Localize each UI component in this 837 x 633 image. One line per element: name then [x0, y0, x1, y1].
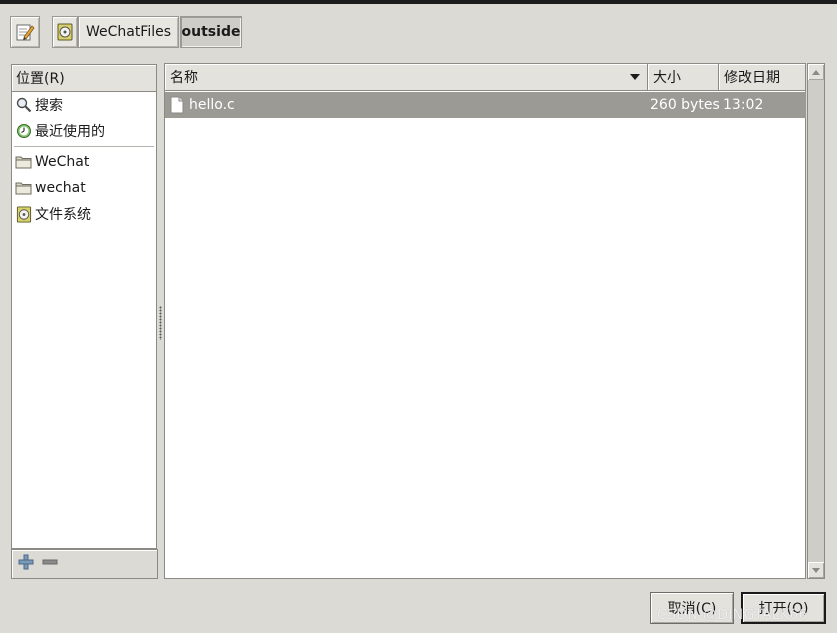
file-row[interactable]: hello.c 260 bytes 13:02 [165, 92, 806, 118]
column-header-label: 修改日期 [724, 70, 780, 86]
file-list-header: 名称 大小 修改日期 [165, 64, 806, 91]
add-bookmark-button[interactable] [18, 554, 34, 574]
file-list: 名称 大小 修改日期 hello.c 260 bytes 13:02 [164, 63, 806, 579]
minus-icon [42, 559, 58, 565]
arrow-up-icon [812, 69, 820, 75]
column-header-name[interactable]: 名称 [165, 64, 648, 91]
path-crumb-label: WeChatFiles [85, 24, 172, 40]
file-size-cell: 260 bytes [650, 97, 720, 113]
place-item-label: WeChat [35, 154, 90, 170]
place-item-recent[interactable]: 最近使用的 [12, 118, 156, 144]
column-header-size[interactable]: 大小 [648, 64, 719, 91]
watermark: CSDN @DINGTALK66 [657, 607, 808, 623]
filesystem-icon [15, 205, 32, 223]
column-header-label: 名称 [170, 70, 198, 86]
path-crumb-label: outside [181, 24, 241, 40]
folder-icon [15, 154, 32, 171]
column-header-label: 大小 [653, 70, 681, 86]
text-file-icon [170, 96, 184, 114]
file-name-cell: hello.c [169, 92, 235, 118]
arrow-down-icon [812, 567, 820, 573]
sort-down-icon [630, 74, 640, 80]
place-item-label: 文件系统 [35, 207, 91, 223]
pencil-notepad-icon [16, 24, 35, 41]
place-item-wechat-upper[interactable]: WeChat [12, 149, 156, 175]
place-item-label: 最近使用的 [35, 124, 105, 140]
place-item-search[interactable]: 搜索 [12, 92, 156, 118]
path-crumb-wechatfiles[interactable]: WeChatFiles [78, 16, 179, 48]
path-crumb-outside[interactable]: outside [180, 16, 242, 48]
file-date-cell: 13:02 [723, 97, 764, 113]
file-list-scrollbar[interactable] [807, 63, 825, 579]
places-toolbar [11, 549, 158, 579]
type-location-button[interactable] [10, 16, 40, 48]
remove-bookmark-button[interactable] [42, 554, 58, 574]
window-top-edge [0, 0, 837, 4]
places-separator [14, 146, 154, 147]
filesystem-icon [57, 23, 73, 41]
search-icon [15, 97, 32, 114]
scroll-up-button[interactable] [808, 64, 824, 80]
pane-resize-handle[interactable] [159, 306, 162, 340]
recent-icon [15, 123, 32, 140]
places-column-header[interactable]: 位置(R) [12, 65, 156, 92]
place-item-filesystem[interactable]: 文件系统 [12, 201, 156, 227]
place-item-label: wechat [35, 180, 86, 196]
filesystem-root-button[interactable] [52, 16, 78, 48]
plus-icon [18, 554, 34, 570]
column-header-date[interactable]: 修改日期 [719, 64, 806, 91]
scroll-down-button[interactable] [808, 562, 824, 578]
folder-icon [15, 180, 32, 197]
place-item-label: 搜索 [35, 98, 63, 114]
place-item-wechat-lower[interactable]: wechat [12, 175, 156, 201]
places-panel: 位置(R) 搜索 最近使用的 WeChat wechat 文件系统 [11, 64, 157, 549]
places-header-label: 位置(R) [16, 71, 65, 87]
file-name: hello.c [189, 97, 235, 113]
